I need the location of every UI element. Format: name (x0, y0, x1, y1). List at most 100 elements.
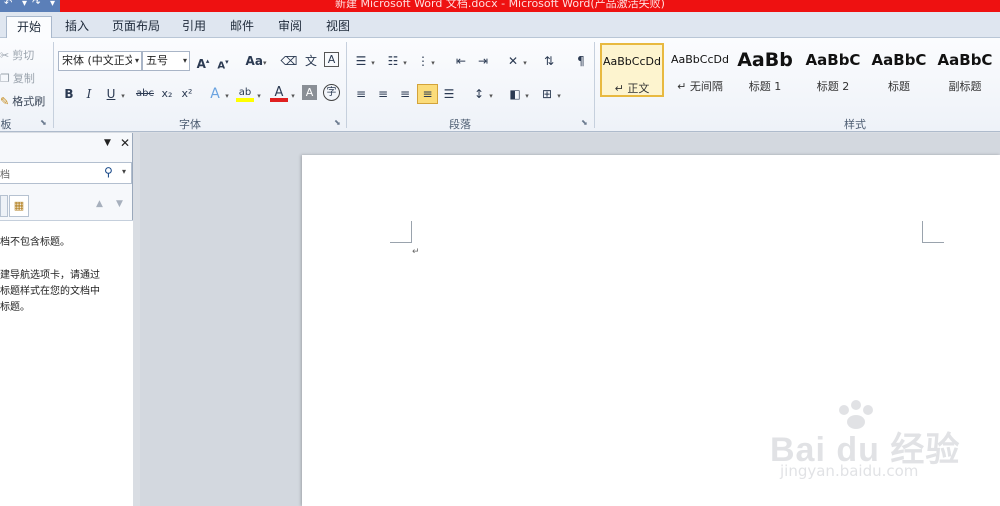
copy-icon: ❐ (0, 71, 10, 85)
font-size-value: 五号 (146, 54, 168, 67)
font-color-label: A (274, 85, 284, 100)
clipboard-group-label: 板 (0, 118, 12, 131)
numbering-dropdown-icon[interactable]: ▾ (400, 52, 410, 70)
borders-dropdown-icon[interactable]: ▾ (554, 85, 564, 103)
clipboard-launcher-icon[interactable]: ⬊ (40, 118, 47, 127)
font-name-combo[interactable]: 宋体 (中文正文) ▾ (58, 51, 142, 71)
next-heading-icon[interactable]: ▼ (116, 199, 123, 209)
superscript-button[interactable]: x² (178, 85, 196, 103)
cut-button[interactable]: ✂ 剪切 (0, 47, 34, 63)
paragraph-mark[interactable]: ↵ (412, 247, 420, 257)
nav-tab-group: ▦ (0, 195, 30, 217)
italic-button[interactable]: I (80, 85, 98, 103)
style-name: 标题 (888, 80, 910, 93)
grow-font-label: A (196, 57, 206, 71)
font-launcher-icon[interactable]: ⬊ (334, 118, 341, 127)
tab-insert[interactable]: 插入 (58, 16, 96, 38)
style-subtitle[interactable]: AaBbC 副标题 (934, 43, 996, 97)
grow-font-icon[interactable]: A▴ (194, 52, 212, 71)
copy-button[interactable]: ❐ 复制 (0, 70, 35, 86)
navigation-pane: ▼ ✕ 档 ⚲ ▾ ▦ ▲ ▼ 档不包含标题。 建导航选项卡，请通过 标题样式在… (0, 133, 133, 506)
shrink-font-label: A (217, 60, 226, 72)
search-input[interactable]: 档 ⚲ ▾ (0, 162, 132, 184)
underline-dropdown-icon[interactable]: ▾ (118, 85, 128, 103)
style-sample: AaBbC (871, 51, 927, 69)
highlight-label: ab (238, 87, 252, 98)
decrease-indent-icon[interactable]: ⇤ (452, 52, 470, 70)
style-name: 副标题 (948, 80, 982, 93)
cut-label: 剪切 (12, 49, 35, 62)
subscript-button[interactable]: x₂ (158, 85, 176, 103)
paragraph-launcher-icon[interactable]: ⬊ (581, 118, 588, 127)
nav-tab-headings[interactable] (0, 195, 8, 217)
justify-icon[interactable]: ≡ (417, 84, 438, 104)
bullets-dropdown-icon[interactable]: ▾ (368, 52, 378, 70)
align-right-icon[interactable]: ≡ (396, 85, 414, 103)
style-title[interactable]: AaBbC 标题 (868, 43, 930, 97)
phonetic-guide-icon[interactable]: 文 (302, 52, 320, 70)
chevron-down-icon[interactable]: ▾ (122, 167, 126, 176)
style-gallery: AaBbCcDd ↵ 正文 AaBbCcDd ↵ 无间隔 AaBb 标题 1 A… (598, 43, 1000, 99)
sort-icon[interactable]: ⇅ (540, 52, 558, 70)
enclose-characters-button[interactable]: 字 (323, 84, 340, 101)
increase-indent-icon[interactable]: ⇥ (474, 52, 492, 70)
window-title: 新建 Microsoft Word 文档.docx - Microsoft Wo… (335, 0, 665, 10)
distributed-icon[interactable]: ☰ (440, 85, 458, 103)
character-border-icon[interactable]: A (324, 52, 339, 67)
show-marks-icon[interactable]: ¶ (572, 52, 590, 70)
font-size-combo[interactable]: 五号 ▾ (142, 51, 190, 71)
change-case-icon[interactable]: Aa▾ (244, 52, 268, 70)
nav-message-line: 标题样式在您的文档中 (0, 286, 100, 297)
tab-page-layout[interactable]: 页面布局 (106, 16, 166, 38)
change-case-label: Aa (245, 54, 263, 68)
pane-options-icon[interactable]: ▼ (104, 138, 111, 148)
highlight-button[interactable]: ab (236, 84, 254, 102)
style-sample: AaBb (737, 49, 793, 71)
style-normal[interactable]: AaBbCcDd ↵ 正文 (600, 43, 664, 97)
search-icon[interactable]: ⚲ (104, 165, 113, 179)
multilevel-dropdown-icon[interactable]: ▾ (428, 52, 438, 70)
strikethrough-button[interactable]: abc (134, 85, 156, 103)
shading-dropdown-icon[interactable]: ▾ (522, 85, 532, 103)
font-group-label: 字体 (179, 118, 201, 131)
highlight-dropdown-icon[interactable]: ▾ (254, 85, 264, 103)
style-heading-1[interactable]: AaBb 标题 1 (736, 43, 794, 97)
tab-review[interactable]: 审阅 (272, 16, 308, 38)
chevron-down-icon: ▾ (134, 56, 139, 65)
paragraph-group-label: 段落 (449, 118, 471, 131)
font-color-dropdown-icon[interactable]: ▾ (288, 85, 298, 103)
style-no-spacing[interactable]: AaBbCcDd ↵ 无间隔 (668, 43, 732, 97)
font-color-button[interactable]: A (270, 84, 288, 102)
clear-format-icon[interactable]: ⌫ (280, 52, 298, 70)
style-heading-2[interactable]: AaBbC 标题 2 (802, 43, 864, 97)
tab-mailings[interactable]: 邮件 (224, 16, 260, 38)
text-effects-dropdown-icon[interactable]: ▾ (222, 85, 232, 103)
nav-tab-pages-icon[interactable]: ▦ (9, 195, 29, 217)
character-shading-label: A (305, 86, 314, 99)
font-name-value: 宋体 (中文正文) (62, 54, 132, 67)
line-spacing-dropdown-icon[interactable]: ▾ (486, 85, 496, 103)
style-sample: AaBbC (937, 51, 993, 69)
close-icon[interactable]: ✕ (120, 136, 130, 150)
scissors-icon: ✂ (0, 48, 10, 62)
format-painter-button[interactable]: ✎ 格式刷 (0, 93, 45, 109)
tab-references[interactable]: 引用 (176, 16, 212, 38)
character-shading-button[interactable]: A (302, 85, 317, 100)
align-left-icon[interactable]: ≡ (352, 85, 370, 103)
format-painter-label: 格式刷 (12, 95, 46, 108)
align-center-icon[interactable]: ≡ (374, 85, 392, 103)
nav-results: 档不包含标题。 建导航选项卡，请通过 标题样式在您的文档中 标题。 (0, 220, 133, 506)
style-name: 标题 2 (816, 80, 850, 93)
style-name: 标题 1 (748, 80, 782, 93)
tab-view[interactable]: 视图 (320, 16, 356, 38)
style-sample: AaBbCcDd (603, 55, 661, 68)
group-separator (346, 42, 347, 128)
style-name: ↵ 正文 (614, 82, 650, 95)
bold-button[interactable]: B (60, 85, 78, 103)
ribbon-tabs: 开始 插入 页面布局 引用 邮件 审阅 视图 (0, 12, 1000, 38)
chinese-layout-dropdown-icon[interactable]: ▾ (520, 52, 530, 70)
shrink-font-icon[interactable]: A▾ (214, 53, 232, 71)
nav-message-line: 档不包含标题。 (0, 237, 70, 248)
tab-home[interactable]: 开始 (6, 16, 52, 38)
previous-heading-icon[interactable]: ▲ (96, 199, 103, 209)
